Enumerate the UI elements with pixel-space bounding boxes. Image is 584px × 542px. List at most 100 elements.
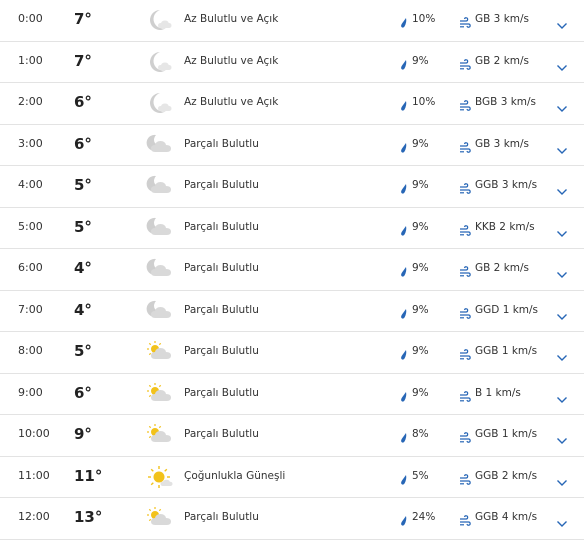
chevron-down-icon[interactable] bbox=[556, 223, 568, 237]
hour-precipitation: 9% bbox=[412, 345, 429, 357]
chevron-down-icon[interactable] bbox=[556, 347, 568, 361]
hour-temperature: 6° bbox=[74, 135, 92, 153]
hour-precipitation: 9% bbox=[412, 138, 429, 150]
raindrop-icon bbox=[400, 14, 408, 28]
wind-icon bbox=[459, 512, 471, 526]
sun-mostly-sunny-icon bbox=[146, 465, 176, 489]
hour-row[interactable]: 0:00 7° Az Bulutlu ve Açık 10% GB 3 km/s bbox=[0, 0, 584, 42]
hour-time: 4:00 bbox=[18, 178, 43, 191]
hour-wind: GGB 3 km/s bbox=[475, 179, 538, 191]
raindrop-icon bbox=[400, 429, 408, 443]
chevron-down-icon[interactable] bbox=[556, 140, 568, 154]
hour-temperature: 7° bbox=[74, 10, 92, 28]
hour-wind: GB 2 km/s bbox=[475, 262, 530, 274]
chevron-down-icon[interactable] bbox=[556, 513, 568, 527]
hour-precipitation: 9% bbox=[412, 179, 429, 191]
wind-icon bbox=[459, 305, 471, 319]
hour-wind: GB 3 km/s bbox=[475, 138, 530, 150]
hour-temperature: 5° bbox=[74, 218, 92, 236]
moon-partly-cloudy-icon bbox=[146, 216, 176, 240]
wind-icon bbox=[459, 471, 471, 485]
chevron-down-icon[interactable] bbox=[556, 430, 568, 444]
hour-wind: GB 2 km/s bbox=[475, 55, 530, 67]
hour-precipitation: 8% bbox=[412, 428, 429, 440]
hour-precipitation: 9% bbox=[412, 262, 429, 274]
hour-time: 2:00 bbox=[18, 95, 43, 108]
hour-precipitation: 10% bbox=[412, 13, 436, 25]
raindrop-icon bbox=[400, 180, 408, 194]
hour-temperature: 5° bbox=[74, 342, 92, 360]
hour-row[interactable]: 9:00 6° Parçalı Bulutlu 9% B 1 km/s bbox=[0, 374, 584, 415]
hour-row[interactable]: 11:00 11° Çoğunlukla Güneşli 5% GGB 2 km/s bbox=[0, 457, 584, 498]
wind-icon bbox=[459, 388, 471, 402]
chevron-down-icon[interactable] bbox=[556, 98, 568, 112]
chevron-down-icon[interactable] bbox=[556, 306, 568, 320]
hour-time: 3:00 bbox=[18, 137, 43, 150]
wind-icon bbox=[459, 97, 471, 111]
hour-condition: Parçalı Bulutlu bbox=[184, 221, 259, 233]
chevron-down-icon[interactable] bbox=[556, 181, 568, 195]
hour-precipitation: 9% bbox=[412, 55, 429, 67]
hour-condition: Parçalı Bulutlu bbox=[184, 345, 259, 357]
hour-temperature: 7° bbox=[74, 52, 92, 70]
sun-partly-cloudy-icon bbox=[146, 423, 176, 447]
hour-precipitation: 9% bbox=[412, 221, 429, 233]
wind-icon bbox=[459, 56, 471, 70]
chevron-down-icon[interactable] bbox=[556, 472, 568, 486]
wind-icon bbox=[459, 222, 471, 236]
hour-row[interactable]: 3:00 6° Parçalı Bulutlu 9% GB 3 km/s bbox=[0, 125, 584, 166]
hour-condition: Çoğunlukla Güneşli bbox=[184, 470, 286, 482]
hour-row[interactable]: 4:00 5° Parçalı Bulutlu 9% GGB 3 km/s bbox=[0, 166, 584, 208]
raindrop-icon bbox=[400, 388, 408, 402]
hour-wind: GB 3 km/s bbox=[475, 13, 530, 25]
hour-wind: BGB 3 km/s bbox=[475, 96, 537, 108]
hour-time: 11:00 bbox=[18, 469, 50, 482]
hour-condition: Parçalı Bulutlu bbox=[184, 179, 259, 191]
chevron-down-icon[interactable] bbox=[556, 15, 568, 29]
hour-time: 0:00 bbox=[18, 12, 43, 25]
hour-temperature: 4° bbox=[74, 259, 92, 277]
hour-time: 8:00 bbox=[18, 344, 43, 357]
wind-icon bbox=[459, 14, 471, 28]
sun-partly-cloudy-icon bbox=[146, 506, 176, 530]
raindrop-icon bbox=[400, 512, 408, 526]
hour-row[interactable]: 12:00 13° Parçalı Bulutlu 24% GGB 4 km/s bbox=[0, 498, 584, 540]
raindrop-icon bbox=[400, 305, 408, 319]
hour-time: 12:00 bbox=[18, 510, 50, 523]
hour-row[interactable]: 8:00 5° Parçalı Bulutlu 9% GGB 1 km/s bbox=[0, 332, 584, 374]
hour-condition: Az Bulutlu ve Açık bbox=[184, 55, 279, 67]
hour-wind: GGB 2 km/s bbox=[475, 470, 538, 482]
hour-condition: Parçalı Bulutlu bbox=[184, 138, 259, 150]
wind-icon bbox=[459, 139, 471, 153]
hour-temperature: 6° bbox=[74, 384, 92, 402]
hour-wind: B 1 km/s bbox=[475, 387, 521, 399]
sun-partly-cloudy-icon bbox=[146, 382, 176, 406]
chevron-down-icon[interactable] bbox=[556, 389, 568, 403]
hour-row[interactable]: 6:00 4° Parçalı Bulutlu 9% GB 2 km/s bbox=[0, 249, 584, 291]
wind-icon bbox=[459, 180, 471, 194]
hour-condition: Parçalı Bulutlu bbox=[184, 304, 259, 316]
raindrop-icon bbox=[400, 56, 408, 70]
hour-wind: KKB 2 km/s bbox=[475, 221, 535, 233]
chevron-down-icon[interactable] bbox=[556, 57, 568, 71]
hour-row[interactable]: 2:00 6° Az Bulutlu ve Açık 10% BGB 3 km/s bbox=[0, 83, 584, 125]
hour-precipitation: 24% bbox=[412, 511, 436, 523]
hour-condition: Parçalı Bulutlu bbox=[184, 511, 259, 523]
hour-row[interactable]: 1:00 7° Az Bulutlu ve Açık 9% GB 2 km/s bbox=[0, 42, 584, 83]
moon-partly-cloudy-icon bbox=[146, 133, 176, 157]
hour-temperature: 6° bbox=[74, 93, 92, 111]
hour-row[interactable]: 7:00 4° Parçalı Bulutlu 9% GGD 1 km/s bbox=[0, 291, 584, 332]
hour-row[interactable]: 10:00 9° Parçalı Bulutlu 8% GGB 1 km/s bbox=[0, 415, 584, 457]
wind-icon bbox=[459, 429, 471, 443]
chevron-down-icon[interactable] bbox=[556, 264, 568, 278]
hour-row[interactable]: 5:00 5° Parçalı Bulutlu 9% KKB 2 km/s bbox=[0, 208, 584, 249]
hour-precipitation: 9% bbox=[412, 304, 429, 316]
moon-partly-cloudy-icon bbox=[146, 299, 176, 323]
hour-temperature: 9° bbox=[74, 425, 92, 443]
wind-icon bbox=[459, 346, 471, 360]
hour-precipitation: 5% bbox=[412, 470, 429, 482]
raindrop-icon bbox=[400, 263, 408, 277]
moon-cloud-icon bbox=[146, 50, 176, 74]
hour-condition: Parçalı Bulutlu bbox=[184, 428, 259, 440]
sun-partly-cloudy-icon bbox=[146, 340, 176, 364]
